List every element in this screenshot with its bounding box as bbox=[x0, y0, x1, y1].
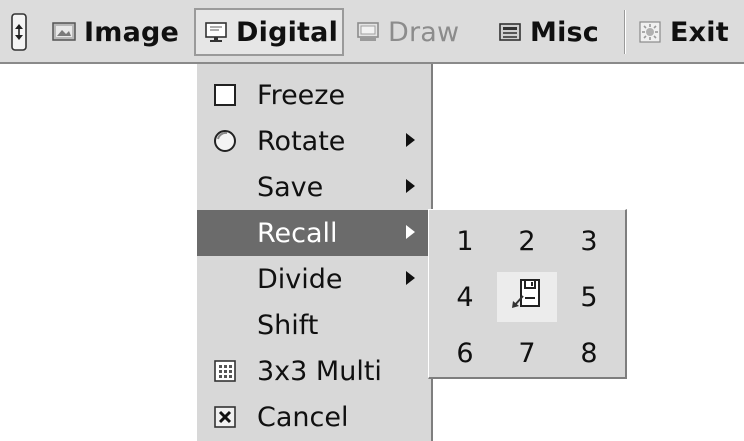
menu-separator bbox=[624, 10, 626, 54]
menu-item-save-label: Save bbox=[257, 172, 324, 203]
submenu-arrow-icon bbox=[406, 179, 415, 193]
floppy-load-icon bbox=[509, 276, 545, 319]
menu-exit-label: Exit bbox=[670, 16, 729, 48]
monitor-icon bbox=[204, 21, 228, 43]
recall-slot-8[interactable]: 8 bbox=[559, 328, 619, 378]
recall-slot-6[interactable]: 6 bbox=[435, 328, 495, 378]
recall-load-slot[interactable] bbox=[497, 272, 557, 322]
checkbox-icon[interactable] bbox=[213, 83, 237, 107]
menu-misc[interactable]: Misc bbox=[498, 8, 599, 56]
menu-item-freeze-label: Freeze bbox=[257, 80, 346, 111]
grid-icon bbox=[213, 359, 237, 383]
misc-icon bbox=[498, 21, 522, 43]
cancel-icon bbox=[213, 405, 237, 429]
menu-item-3x3-multi[interactable]: 3x3 Multi bbox=[197, 348, 430, 394]
menu-item-recall-label: Recall bbox=[257, 218, 338, 249]
recall-slot-3[interactable]: 3 bbox=[559, 216, 619, 266]
menu-item-freeze[interactable]: Freeze bbox=[197, 72, 430, 118]
menu-item-divide-label: Divide bbox=[257, 264, 343, 295]
menu-item-shift[interactable]: Shift bbox=[197, 302, 430, 348]
menu-item-cancel[interactable]: Cancel bbox=[197, 394, 430, 440]
recall-submenu: 1 2 3 4 5 6 7 8 bbox=[428, 209, 627, 379]
submenu-arrow-icon bbox=[406, 133, 415, 147]
menu-digital-label: Digital bbox=[236, 16, 339, 48]
menu-item-recall[interactable]: Recall bbox=[197, 210, 430, 256]
recall-slot-7[interactable]: 7 bbox=[497, 328, 557, 378]
toolbar-grip-icon[interactable] bbox=[10, 10, 28, 54]
menu-item-divide[interactable]: Divide bbox=[197, 256, 430, 302]
submenu-arrow-icon bbox=[406, 271, 415, 285]
menu-draw[interactable]: Draw bbox=[356, 8, 459, 56]
image-icon bbox=[52, 21, 76, 43]
recall-slot-5[interactable]: 5 bbox=[559, 272, 619, 322]
menu-misc-label: Misc bbox=[530, 16, 599, 48]
circle-icon bbox=[213, 129, 237, 153]
menu-item-save[interactable]: Save bbox=[197, 164, 430, 210]
menu-item-shift-label: Shift bbox=[257, 310, 319, 341]
menu-item-3x3-multi-label: 3x3 Multi bbox=[257, 356, 382, 387]
draw-icon bbox=[356, 21, 380, 43]
submenu-arrow-icon bbox=[406, 225, 415, 239]
exit-icon bbox=[638, 21, 662, 43]
menu-image-label: Image bbox=[84, 16, 180, 48]
recall-slot-4[interactable]: 4 bbox=[435, 272, 495, 322]
digital-dropdown-menu: Freeze Rotate Save Recall Divide Shift 3… bbox=[196, 64, 433, 441]
menu-item-rotate[interactable]: Rotate bbox=[197, 118, 430, 164]
menu-image[interactable]: Image bbox=[52, 8, 179, 56]
menu-item-rotate-label: Rotate bbox=[257, 126, 346, 157]
menu-draw-label: Draw bbox=[388, 16, 460, 48]
menu-bar: Image Digital Draw Misc Exit bbox=[0, 0, 744, 64]
recall-slot-1[interactable]: 1 bbox=[435, 216, 495, 266]
menu-item-cancel-label: Cancel bbox=[257, 402, 349, 433]
recall-slot-2[interactable]: 2 bbox=[497, 216, 557, 266]
menu-digital[interactable]: Digital bbox=[194, 8, 344, 56]
menu-exit[interactable]: Exit bbox=[638, 8, 729, 56]
